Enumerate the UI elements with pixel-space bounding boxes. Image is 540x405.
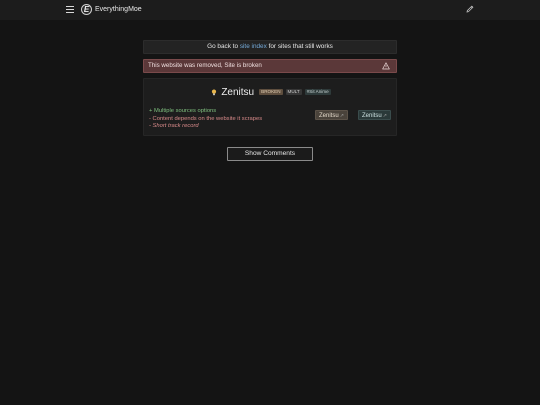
pencil-icon[interactable] bbox=[465, 4, 475, 14]
external-link-icon: ↗ bbox=[382, 113, 387, 119]
feature-pro: + Multiple sources options bbox=[149, 108, 217, 114]
site-title-row: Zenitsu BROKEN MULT #Sit Anime bbox=[144, 86, 398, 98]
site-index-notice: Go back to site index for sites that sti… bbox=[143, 40, 397, 54]
hamburger-icon[interactable] bbox=[66, 6, 74, 13]
notice-prefix: Go back to bbox=[207, 43, 240, 50]
site-name: Zenitsu bbox=[221, 86, 255, 98]
top-navbar: E EverythingMoe bbox=[0, 0, 540, 20]
tag-genre[interactable]: #Sit Anime bbox=[304, 89, 331, 95]
site-link-button[interactable]: Zenitsu↗ bbox=[358, 110, 391, 120]
site-link-label: Zenitsu bbox=[362, 113, 382, 119]
tag-broken: BROKEN bbox=[259, 89, 283, 95]
tag-mult: MULT bbox=[285, 89, 302, 95]
notice-suffix: for sites that still works bbox=[266, 43, 333, 50]
site-link-button[interactable]: Zenitsu↗ bbox=[315, 110, 348, 120]
site-logo[interactable]: E bbox=[81, 4, 92, 15]
site-card: Zenitsu BROKEN MULT #Sit Anime + Multipl… bbox=[143, 78, 397, 136]
removed-alert: This website was removed, Site is broken bbox=[143, 59, 397, 73]
feature-con: - Short track record bbox=[149, 123, 199, 129]
feature-con: - Content depends on the website it scra… bbox=[149, 115, 263, 122]
external-link-icon: ↗ bbox=[339, 113, 344, 119]
bulb-icon bbox=[212, 89, 217, 95]
feature-list: + Multiple sources options - Content dep… bbox=[149, 108, 262, 131]
show-comments-button[interactable]: Show Comments bbox=[227, 147, 313, 161]
warning-icon bbox=[382, 62, 390, 70]
site-index-link[interactable]: site index bbox=[240, 43, 267, 50]
site-link-label: Zenitsu bbox=[319, 113, 339, 119]
alert-text: This website was removed, Site is broken bbox=[148, 62, 262, 69]
brand-name[interactable]: EverythingMoe bbox=[95, 5, 142, 15]
